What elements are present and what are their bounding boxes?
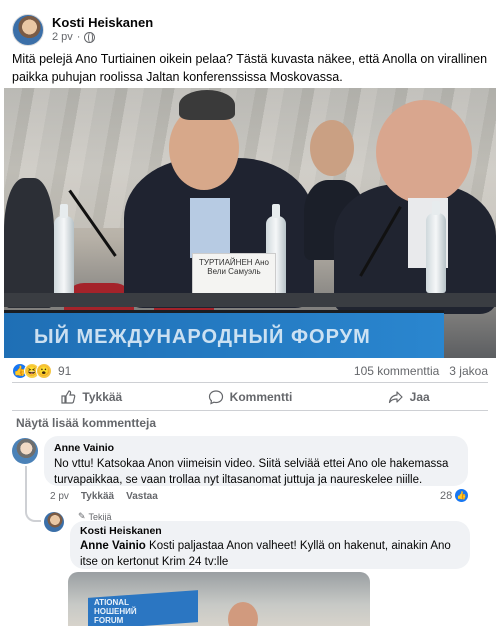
reply-mention[interactable]: Anne Vainio — [80, 540, 146, 552]
like-icon — [61, 390, 76, 404]
photo-shirt — [190, 198, 230, 258]
show-more-comments-link[interactable]: Näytä lisää kommentteja — [16, 416, 156, 430]
reply-author-name[interactable]: Kosti Heiskanen — [80, 525, 460, 537]
post-text: Mitä pelejä Ano Turtiainen oikein pelaa?… — [12, 52, 488, 84]
thumbnail-person — [228, 602, 258, 626]
divider — [12, 410, 488, 411]
commenter-name[interactable]: Anne Vainio — [54, 442, 458, 454]
water-bottle — [426, 201, 446, 293]
wow-reaction-icon: 😮 — [36, 363, 52, 379]
reply-bubble: Kosti Heiskanen Anne Vainio Kosti paljas… — [70, 521, 470, 569]
reaction-icons: 👍 😆 😮 — [12, 363, 52, 379]
reaction-summary[interactable]: 👍 😆 😮 91 — [12, 362, 71, 380]
like-label: Tykkää — [82, 390, 123, 404]
photo-head — [310, 120, 354, 176]
reply-avatar[interactable] — [44, 512, 64, 532]
author-avatar[interactable] — [12, 14, 44, 46]
photo-hair — [179, 90, 235, 120]
comment-label: Kommentti — [229, 390, 293, 404]
share-count[interactable]: 3 jakoa — [449, 364, 488, 378]
photo-person — [4, 178, 54, 308]
thread-line — [25, 466, 41, 522]
reply-text: Anne Vainio Kosti paljastaa Anon valheet… — [80, 538, 460, 570]
share-label: Jaa — [409, 390, 430, 404]
engagement-counts: 105 kommenttia 3 jakoa — [354, 364, 488, 378]
reaction-count[interactable]: 91 — [58, 364, 71, 378]
photo-head — [376, 100, 472, 204]
post-header: Kosti Heiskanen 2 pv · — [12, 12, 488, 48]
author-tag-label: Tekijä — [88, 511, 112, 522]
post-meta: 2 pv · — [52, 31, 96, 43]
post-photo[interactable]: ТУРТИАЙНЕН Ано Вели Самуэль ЫЙ МЕЖДУНАРО… — [4, 88, 496, 358]
photo-banner-text: ЫЙ МЕЖДУНАРОДНЫЙ ФОРУМ — [34, 326, 371, 348]
photo-namecard: ТУРТИАЙНЕН Ано Вели Самуэль — [192, 253, 276, 295]
thumbnail-text: ATIONAL НОШЕНИЙ FORUM — [94, 598, 137, 625]
post-author[interactable]: Kosti Heiskanen — [52, 15, 153, 30]
comment-button[interactable]: Kommentti — [171, 384, 330, 410]
comment-icon — [208, 390, 223, 405]
comment-text: No vttu! Katsokaa Anon viimeisin video. … — [54, 458, 449, 486]
post-time[interactable]: 2 pv — [52, 31, 73, 43]
comment-actions: 2 pv Tykkää Vastaa — [50, 491, 158, 502]
post-action-bar: Tykkää Kommentti Jaa — [12, 384, 488, 410]
globe-icon — [84, 31, 96, 43]
divider — [12, 382, 488, 383]
comment-bubble: Anne Vainio No vttu! Katsokaa Anon viime… — [44, 436, 468, 486]
photo-desk — [4, 293, 496, 307]
commenter-avatar[interactable] — [12, 438, 38, 464]
comment-reply-button[interactable]: Vastaa — [126, 491, 158, 502]
water-bottle — [54, 204, 74, 296]
like-badge-icon: 👍 — [455, 489, 469, 502]
share-button[interactable]: Jaa — [329, 384, 488, 410]
like-button[interactable]: Tykkää — [12, 384, 171, 410]
comment-count[interactable]: 105 kommenttia — [354, 364, 439, 378]
meta-separator: · — [76, 31, 81, 43]
reply-video-thumbnail[interactable]: ATIONAL НОШЕНИЙ FORUM — [68, 572, 370, 626]
share-icon — [388, 391, 403, 404]
comment-like-count[interactable]: 28 👍 — [440, 489, 469, 502]
comment-like-button[interactable]: Tykkää — [81, 491, 114, 502]
comment-time[interactable]: 2 pv — [50, 491, 69, 502]
comment-likes-number: 28 — [440, 489, 453, 502]
